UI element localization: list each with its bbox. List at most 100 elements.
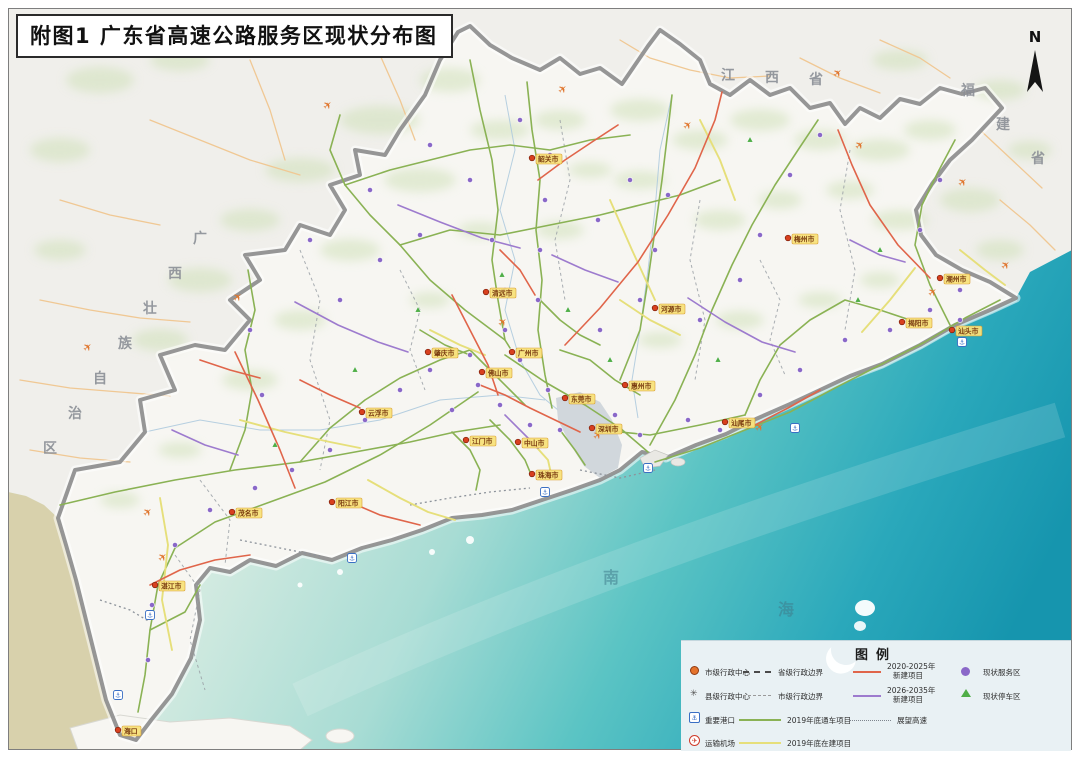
- guangdong-map-canvas: ⚓⚓⚓⚓⚓⚓⚓✈✈✈✈✈✈✈✈✈✈✈✈✈✈✈广州市佛山市深圳市东莞市珠海市中山市…: [8, 8, 1072, 750]
- legend-label-prospective: 展望高速: [897, 716, 927, 725]
- islet: [429, 549, 435, 555]
- legend-label-service-area: 现状服务区: [983, 668, 1021, 677]
- mountain-texture: [320, 239, 380, 261]
- service-area-marker: [367, 187, 372, 192]
- city-center-dot: [622, 382, 628, 388]
- service-area-marker: [697, 317, 702, 322]
- island: [326, 729, 354, 743]
- service-area-marker: [842, 337, 847, 342]
- mountain-texture: [904, 120, 956, 140]
- service-area-marker: [937, 177, 942, 182]
- mountain-texture: [610, 99, 670, 121]
- city-boundary-line-sample: [743, 695, 771, 696]
- neighbor-province-label: 建: [996, 116, 1010, 133]
- city-label: 惠州市: [631, 382, 652, 391]
- neighbor-province-label: 省: [808, 71, 823, 88]
- service-area-marker: [887, 327, 892, 332]
- mountain-texture: [30, 138, 90, 162]
- city-center-dot: [562, 395, 568, 401]
- map-figure-page: ⚓⚓⚓⚓⚓⚓⚓✈✈✈✈✈✈✈✈✈✈✈✈✈✈✈广州市佛山市深圳市东莞市珠海市中山市…: [0, 0, 1080, 763]
- service-area-marker: [757, 392, 762, 397]
- island: [854, 621, 866, 631]
- service-area-marker: [545, 387, 550, 392]
- service-area-marker: [247, 327, 252, 332]
- service-area-marker: [467, 177, 472, 182]
- city-label: 河源市: [661, 305, 682, 314]
- city-center-dot: [152, 582, 158, 588]
- port-anchor-icon: ⚓: [147, 612, 153, 620]
- mountain-texture: [470, 120, 530, 140]
- mountain-texture: [638, 332, 682, 348]
- service-area-marker: [427, 142, 432, 147]
- legend-title: 图例: [681, 644, 1071, 663]
- legend-label-construction-2019: 2019年底在建项目: [787, 739, 851, 748]
- service-area-marker: [557, 427, 562, 432]
- city-center-dot: [483, 289, 489, 295]
- service-area-marker: [327, 447, 332, 452]
- mountain-texture: [34, 240, 86, 260]
- legend-label-city-boundary: 市级行政边界: [778, 692, 823, 701]
- neighbor-province-label: 自: [93, 370, 107, 387]
- service-area-marker: [595, 217, 600, 222]
- service-area-marker: [717, 427, 722, 432]
- islet: [298, 583, 303, 588]
- service-area-marker: [665, 192, 670, 197]
- city-label: 揭阳市: [908, 319, 929, 328]
- service-area-marker: [377, 257, 382, 262]
- service-area-marker: [172, 542, 177, 547]
- port-anchor-icon: ⚓: [645, 465, 651, 473]
- legend-label-new-2026-2035-l2: 新建项目: [887, 696, 935, 705]
- service-area-marker: [817, 132, 822, 137]
- islet: [466, 536, 474, 544]
- north-arrow: N: [1014, 30, 1056, 98]
- service-area-marker: [927, 307, 932, 312]
- service-area-marker: [757, 232, 762, 237]
- city-center-dot: [425, 349, 431, 355]
- neighbor-province-label: 西: [765, 70, 779, 86]
- city-label: 梅州市: [794, 235, 815, 244]
- service-area-marker: [957, 317, 962, 322]
- service-area-marker: [467, 352, 472, 357]
- mountain-texture: [410, 292, 450, 308]
- legend-label-new-2026-2035: 2026-2035年 新建项目: [887, 687, 935, 704]
- islet: [337, 569, 343, 575]
- mountain-texture: [220, 209, 280, 231]
- legend-label-new-2020-2025: 2020-2025年 新建项目: [887, 663, 935, 680]
- neighbor-province-label: 区: [43, 441, 57, 457]
- service-area-marker: [207, 507, 212, 512]
- service-area-marker: [397, 387, 402, 392]
- city-label: 云浮市: [368, 409, 389, 418]
- sea-label: 南: [603, 568, 621, 587]
- new-2020-2025-line-sample: [853, 671, 881, 673]
- service-area-marker: [145, 657, 150, 662]
- city-label: 海口: [124, 727, 138, 736]
- legend-label-parking-area: 现状停车区: [983, 692, 1021, 701]
- service-area-marker: [252, 485, 257, 490]
- county-admin-center-icon: ✳: [690, 690, 698, 699]
- city-label: 汕头市: [958, 327, 979, 336]
- port-anchor-icon: ⚓: [792, 425, 798, 433]
- city-center-dot: [229, 509, 235, 515]
- mountain-texture: [976, 240, 1024, 260]
- new-2026-2035-line-sample: [853, 695, 881, 697]
- mountain-texture: [384, 168, 456, 192]
- legend-label-major-port: 重要港口: [705, 716, 735, 725]
- city-center-dot: [529, 471, 535, 477]
- city-label: 潮州市: [946, 275, 967, 284]
- mountain-texture: [568, 162, 612, 178]
- service-area-marker: [957, 287, 962, 292]
- service-area-marker: [337, 297, 342, 302]
- neighbor-province-label: 福: [960, 82, 975, 99]
- service-area-marker: [517, 117, 522, 122]
- legend-label-county-admin-center: 县级行政中心: [705, 692, 750, 701]
- city-label: 江门市: [472, 437, 493, 446]
- city-label: 肇庆市: [433, 349, 455, 358]
- city-label: 汕尾市: [731, 419, 752, 428]
- city-label: 深圳市: [598, 425, 619, 434]
- service-area-marker: [637, 297, 642, 302]
- mountain-texture: [1008, 141, 1052, 159]
- service-area-marker: [685, 417, 690, 422]
- figure-title: 附图1 广东省高速公路服务区现状分布图: [16, 14, 453, 58]
- port-anchor-icon: ⚓: [349, 555, 355, 563]
- parking-area-icon: [961, 689, 971, 697]
